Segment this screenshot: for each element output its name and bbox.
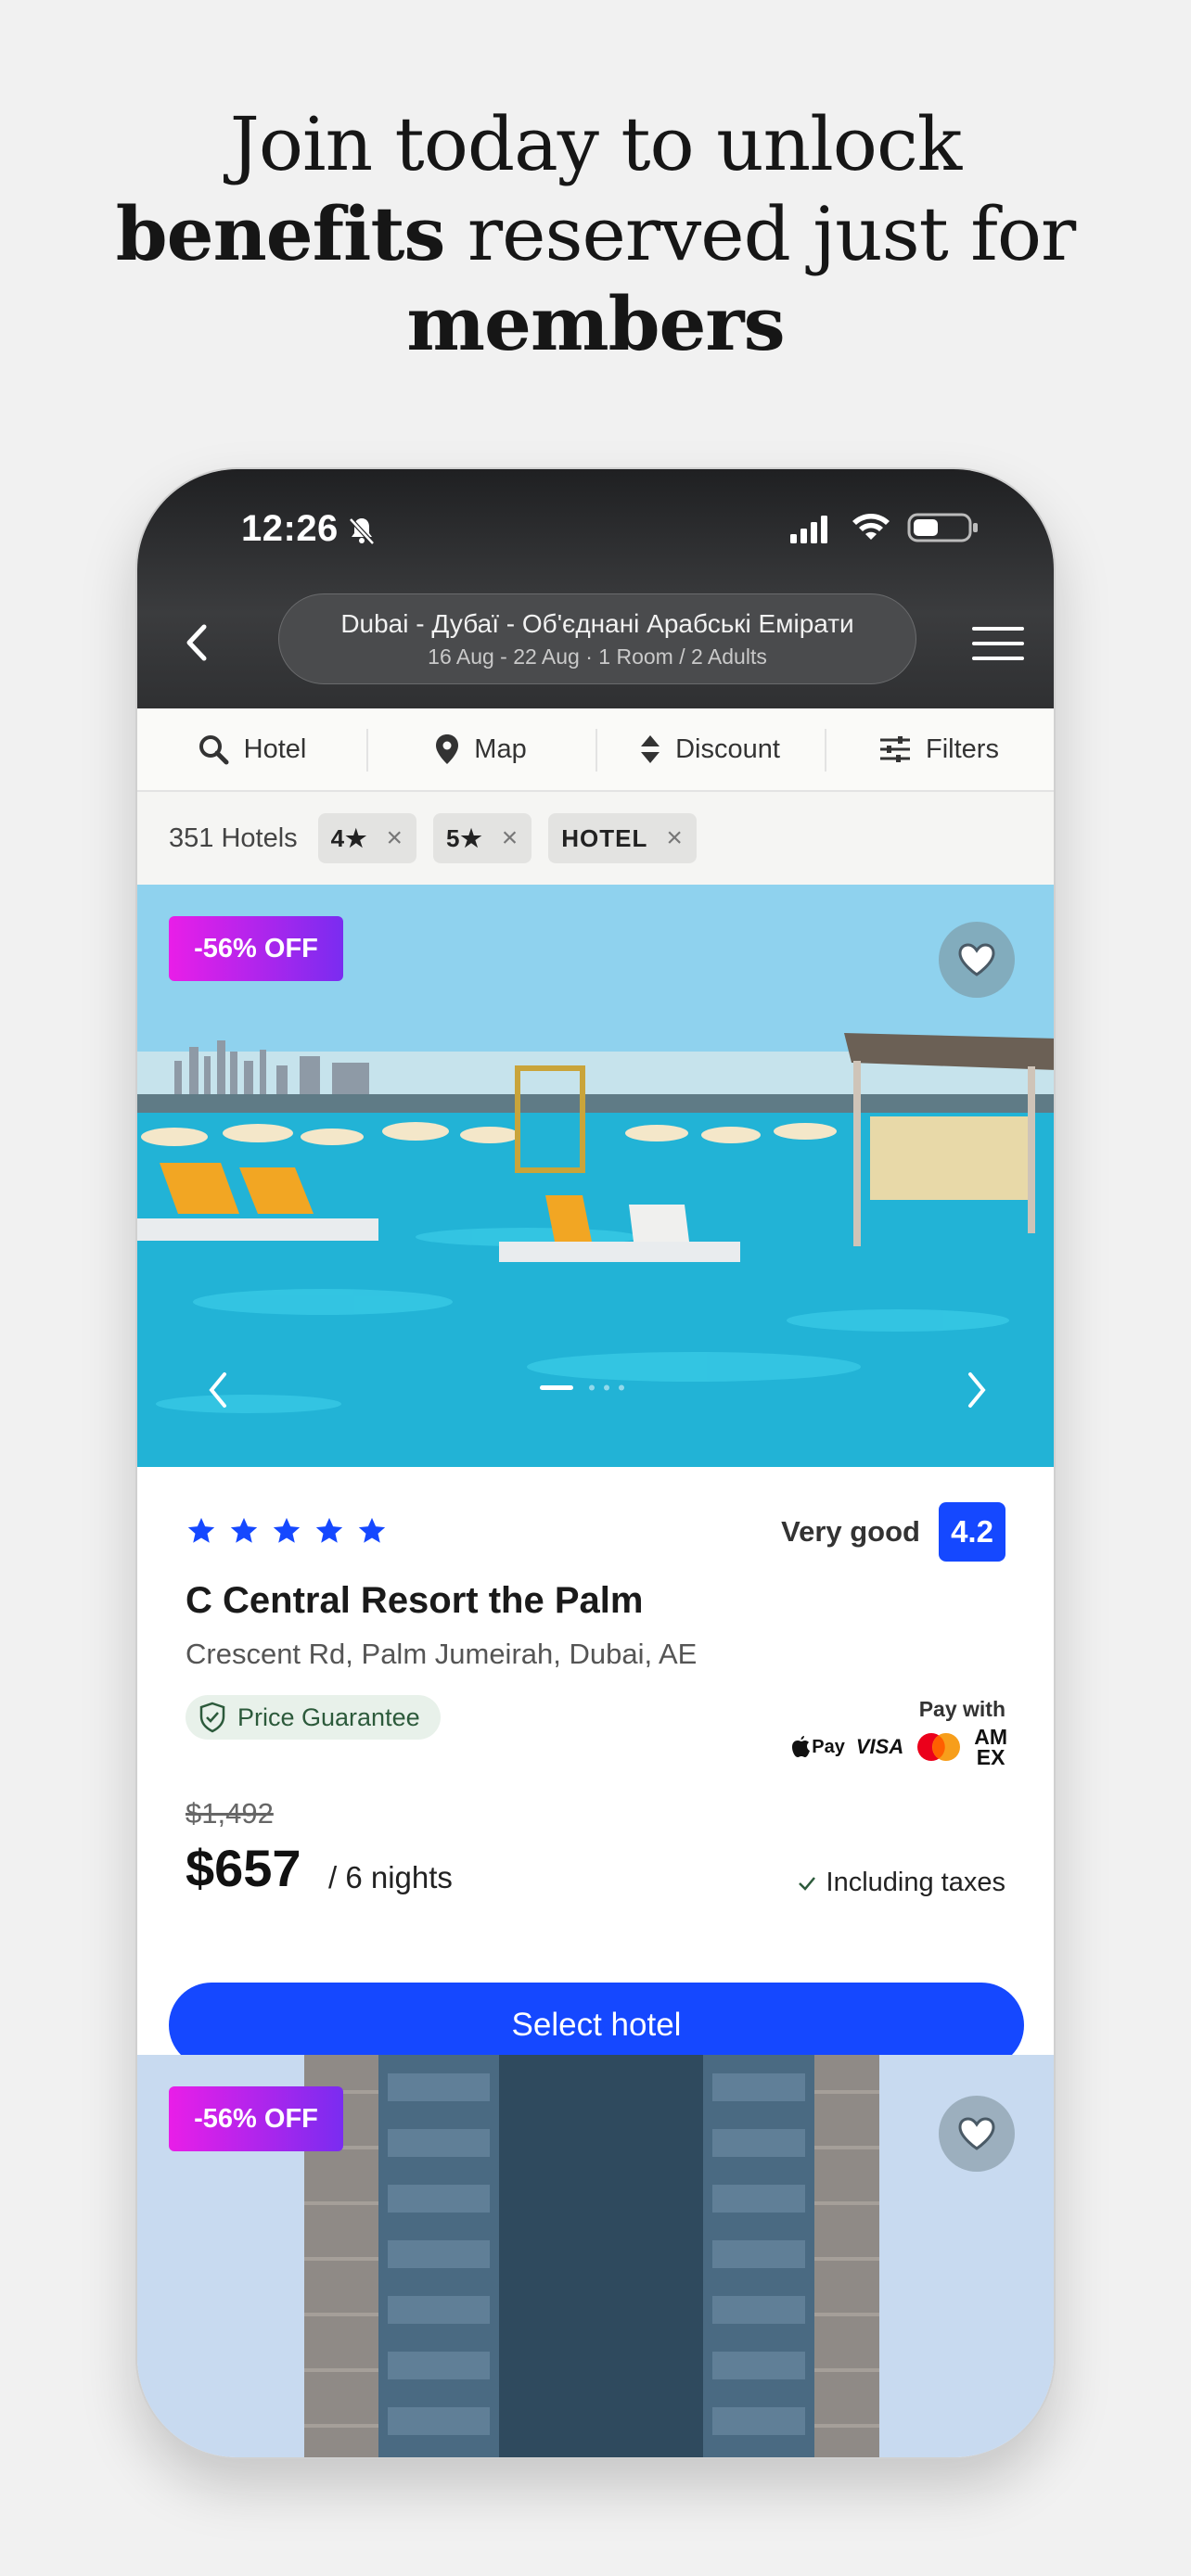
amex-line1: AM (974, 1725, 1007, 1749)
hamburger-menu-icon[interactable] (972, 625, 1024, 662)
price-nights: / 6 nights (328, 1860, 453, 1894)
hotel-address: Crescent Rd, Palm Jumeirah, Dubai, AE (186, 1638, 698, 1670)
mastercard-icon (917, 1733, 961, 1761)
tab-hotel[interactable]: Hotel (137, 708, 366, 790)
wifi-icon (852, 514, 890, 540)
tab-map[interactable]: Map (366, 708, 596, 790)
tab-filters[interactable]: Filters (825, 708, 1054, 790)
tab-filters-label: Filters (926, 733, 999, 764)
filter-chips-row: 351 Hotels 4★ × 5★ × HOTEL × (137, 792, 1054, 885)
favorite-button[interactable] (939, 922, 1015, 998)
search-destination: Dubai - Дубаї - Об'єднані Арабські Еміра… (340, 609, 854, 638)
map-pin-icon (436, 734, 459, 764)
payment-methods: Pay VISA AM EX (791, 1725, 1007, 1769)
headline-bold1: benefits (115, 190, 446, 277)
sliders-icon (880, 736, 911, 762)
price-guarantee-label: Price Guarantee (237, 1702, 420, 1731)
search-summary-pill[interactable]: Dubai - Дубаї - Об'єднані Арабські Еміра… (278, 593, 916, 684)
apple-icon (792, 1736, 811, 1757)
apple-pay-label: Pay (812, 1736, 845, 1757)
check-icon (798, 1876, 815, 1891)
taxes-note: Including taxes (797, 1868, 1005, 1898)
filter-chip-4-star[interactable]: 4★ × (317, 813, 416, 863)
heart-icon (958, 2117, 995, 2150)
original-price: $1,492 (186, 1797, 274, 1830)
hotel-name[interactable]: C Central Resort the Palm (186, 1580, 643, 1622)
taxes-label: Including taxes (826, 1868, 1005, 1897)
star-icon (230, 1517, 258, 1543)
amex-line2: EX (976, 1745, 1005, 1769)
battery-icon (907, 513, 978, 542)
star-icon (187, 1517, 215, 1543)
phone-frame: 12:26 Dubai - Дубаї - Об'єднані Арабські… (135, 467, 1056, 2459)
close-icon[interactable]: × (502, 823, 519, 854)
rating-text: Very good (781, 1515, 920, 1548)
pay-with-label: Pay with (918, 1697, 1005, 1721)
price-guarantee-badge: Price Guarantee (186, 1695, 441, 1740)
favorite-button[interactable] (939, 2096, 1015, 2172)
discount-badge: -56% OFF (169, 916, 343, 981)
filter-chip-5-star[interactable]: 5★ × (432, 813, 532, 863)
filter-chip-hotel[interactable]: HOTEL × (548, 813, 697, 863)
cellular-signal-icon (790, 516, 827, 543)
tab-hotel-label: Hotel (243, 733, 307, 764)
apple-pay-icon: Pay (791, 1735, 845, 1759)
close-icon[interactable]: × (386, 823, 403, 854)
chevron-left-icon[interactable] (204, 1369, 232, 1411)
headline: Join today to unlock benefits reserved j… (0, 100, 1191, 369)
back-arrow-icon[interactable] (178, 619, 215, 666)
status-time: 12:26 (241, 508, 339, 549)
review-rating: Very good 4.2 (781, 1502, 1005, 1562)
next-hotel-photo[interactable]: -56% OFF (137, 2055, 1054, 2457)
close-icon[interactable]: × (666, 823, 684, 854)
sort-icon (641, 735, 660, 763)
current-price: $657 (186, 1839, 301, 1897)
chip-label: HOTEL (561, 823, 648, 852)
top-bar: 12:26 Dubai - Дубаї - Об'єднані Арабські… (137, 469, 1054, 708)
hotel-photo-carousel[interactable]: -56% OFF (137, 885, 1054, 1467)
search-details: 16 Aug - 22 Aug · 1 Room / 2 Adults (428, 644, 767, 669)
bell-muted-icon (349, 517, 375, 545)
star-rating (186, 1515, 388, 1547)
chip-label: 4★ (330, 823, 368, 852)
hotel-card: Very good 4.2 C Central Resort the Palm … (137, 1467, 1054, 2068)
chevron-right-icon[interactable] (963, 1369, 991, 1411)
chip-label: 5★ (445, 823, 483, 852)
tab-map-label: Map (474, 733, 527, 764)
headline-line2: reserved just for (444, 191, 1076, 277)
rating-score-badge: 4.2 (939, 1502, 1005, 1562)
heart-icon (958, 943, 995, 976)
headline-line1: Join today to unlock (229, 101, 962, 187)
results-count: 351 Hotels (169, 823, 298, 853)
headline-bold2: members (406, 280, 785, 367)
carousel-dots (540, 1384, 624, 1391)
star-icon (358, 1517, 386, 1543)
tab-discount-label: Discount (675, 733, 780, 764)
search-icon (198, 735, 229, 765)
shield-check-icon (199, 1702, 225, 1733)
star-icon (273, 1517, 301, 1543)
tab-discount[interactable]: Discount (596, 708, 825, 790)
star-icon (315, 1517, 343, 1543)
amex-icon: AM EX (974, 1725, 1007, 1769)
toolbar-tabs: Hotel Map Discount Filters (137, 708, 1054, 792)
visa-icon: VISA (855, 1735, 904, 1758)
discount-badge: -56% OFF (169, 2086, 343, 2151)
